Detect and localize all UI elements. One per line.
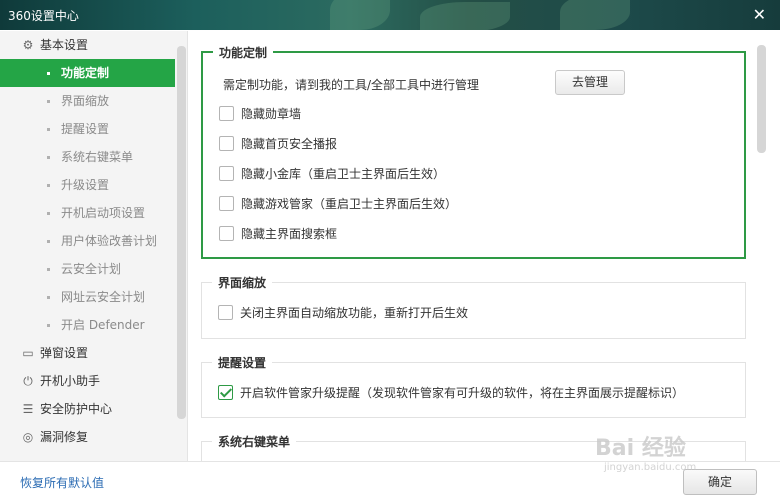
sidebar-item[interactable]: 提醒设置 xyxy=(0,115,175,143)
option-label: 隐藏游戏管家（重启卫士主界面后生效） xyxy=(241,197,458,211)
sidebar-item[interactable]: 云安全计划 xyxy=(0,255,175,283)
feature-customize-section: 功能定制 需定制功能，请到我的工具/全部工具中进行管理 去管理 隐藏勋章墙 隐藏… xyxy=(201,44,746,259)
bullet-icon xyxy=(47,72,50,75)
checkbox[interactable] xyxy=(219,166,234,181)
manage-button[interactable]: 去管理 xyxy=(555,70,625,95)
sidebar-item-label: 网址云安全计划 xyxy=(61,290,146,304)
window-title: 360设置中心 xyxy=(8,9,79,23)
bullet-icon xyxy=(47,100,50,103)
feature-hint: 需定制功能，请到我的工具/全部工具中进行管理 xyxy=(223,78,480,92)
target-icon: ◎ xyxy=(22,430,34,444)
checkbox-checked[interactable] xyxy=(218,385,233,400)
option-label: 隐藏首页安全播报 xyxy=(241,137,338,151)
sidebar-group[interactable]: ◎ 漏洞修复 xyxy=(0,423,175,451)
section-title: 系统右键菜单 xyxy=(212,433,297,450)
sidebar-item[interactable]: 界面缩放 xyxy=(0,87,175,115)
sidebar-group[interactable]: ☰ 安全防护中心 xyxy=(0,395,175,423)
bullet-icon xyxy=(47,184,50,187)
option-label: 开启软件管家升级提醒（发现软件管家有可升级的软件，将在主界面展示提醒标识） xyxy=(240,386,685,400)
power-icon: ⏻ xyxy=(23,374,33,388)
title-bar-decoration xyxy=(420,2,510,30)
content-scrollbar[interactable] xyxy=(757,45,766,153)
section-title: 提醒设置 xyxy=(212,354,273,371)
restore-defaults-link[interactable]: 恢复所有默认值 xyxy=(20,474,104,491)
sidebar-group-label: 漏洞修复 xyxy=(40,430,89,444)
title-bar: 360设置中心 ✕ xyxy=(0,0,780,30)
checkbox[interactable] xyxy=(218,305,233,320)
bullet-icon xyxy=(47,324,50,327)
sidebar-item[interactable]: 用户体验改善计划 xyxy=(0,227,175,255)
close-icon[interactable]: ✕ xyxy=(753,5,766,24)
sidebar-item-active[interactable]: 功能定制 xyxy=(0,59,175,87)
checkbox[interactable] xyxy=(219,106,234,121)
section-title: 功能定制 xyxy=(213,44,274,61)
sidebar-group-label: 开机小助手 xyxy=(40,374,101,388)
bullet-icon xyxy=(47,240,50,243)
sidebar-group-label: 基本设置 xyxy=(40,38,89,52)
zoom-section: 界面缩放 关闭主界面自动缩放功能，重新打开后生效 xyxy=(201,274,746,339)
sidebar-group[interactable]: ⚙ 基本设置 xyxy=(0,31,175,59)
section-title: 界面缩放 xyxy=(212,274,273,291)
sidebar-group-label: 弹窗设置 xyxy=(40,346,89,360)
sidebar-group[interactable]: ⏻ 开机小助手 xyxy=(0,367,175,395)
sidebar-item[interactable]: 系统右键菜单 xyxy=(0,143,175,171)
sidebar-item-label: 开启 Defender xyxy=(61,318,145,332)
sidebar: ⚙ 基本设置功能定制界面缩放提醒设置系统右键菜单 升级设置开机启动项设置 用户体验改善… xyxy=(0,31,188,461)
sidebar-item-label: 云安全计划 xyxy=(61,262,122,276)
bullet-icon xyxy=(47,128,50,131)
watermark: Bai 经验 xyxy=(595,436,686,461)
sidebar-item[interactable]: 开启 Defender xyxy=(0,311,175,339)
sidebar-item-label: 功能定制 xyxy=(61,66,110,80)
sidebar-item-label: 系统右键菜单 xyxy=(61,150,134,164)
sidebar-item-label: 提醒设置 xyxy=(61,122,110,136)
reminder-section: 提醒设置 开启软件管家升级提醒（发现软件管家有可升级的软件，将在主界面展示提醒标… xyxy=(201,354,746,418)
settings-content: 功能定制 需定制功能，请到我的工具/全部工具中进行管理 去管理 隐藏勋章墙 隐藏… xyxy=(189,31,780,461)
bullet-icon xyxy=(47,296,50,299)
sidebar-list: ⚙ 基本设置功能定制界面缩放提醒设置系统右键菜单 升级设置开机启动项设置 用户体验改善… xyxy=(0,31,175,451)
option-label: 隐藏勋章墙 xyxy=(241,107,302,121)
sidebar-item-label: 用户体验改善计划 xyxy=(61,234,158,248)
sidebar-item[interactable]: 开机启动项设置 xyxy=(0,199,175,227)
bullet-icon xyxy=(47,212,50,215)
sidebar-scrollbar[interactable] xyxy=(177,46,186,419)
bullet-icon xyxy=(47,268,50,271)
gear-icon: ⚙ xyxy=(22,38,34,52)
watermark-url: jingyan.baidu.com xyxy=(604,462,697,473)
checkbox[interactable] xyxy=(219,226,234,241)
checkbox[interactable] xyxy=(219,136,234,151)
sliders-icon: ☰ xyxy=(22,402,34,416)
window-icon: ▭ xyxy=(22,346,34,360)
checkbox[interactable] xyxy=(219,196,234,211)
sidebar-item-label: 界面缩放 xyxy=(61,94,110,108)
sidebar-item-label: 开机启动项设置 xyxy=(61,206,146,220)
sidebar-item[interactable]: 升级设置 xyxy=(0,171,175,199)
sidebar-item[interactable]: 网址云安全计划 xyxy=(0,283,175,311)
option-label: 隐藏主界面搜索框 xyxy=(241,227,338,241)
title-bar-decoration xyxy=(330,0,390,30)
sidebar-item-label: 升级设置 xyxy=(61,178,110,192)
option-label: 关闭主界面自动缩放功能，重新打开后生效 xyxy=(240,306,469,320)
sidebar-group-label: 安全防护中心 xyxy=(40,402,113,416)
bullet-icon xyxy=(47,156,50,159)
title-bar-decoration xyxy=(560,0,630,30)
option-label: 隐藏小金库（重启卫士主界面后生效） xyxy=(241,167,446,181)
sidebar-group[interactable]: ▭ 弹窗设置 xyxy=(0,339,175,367)
